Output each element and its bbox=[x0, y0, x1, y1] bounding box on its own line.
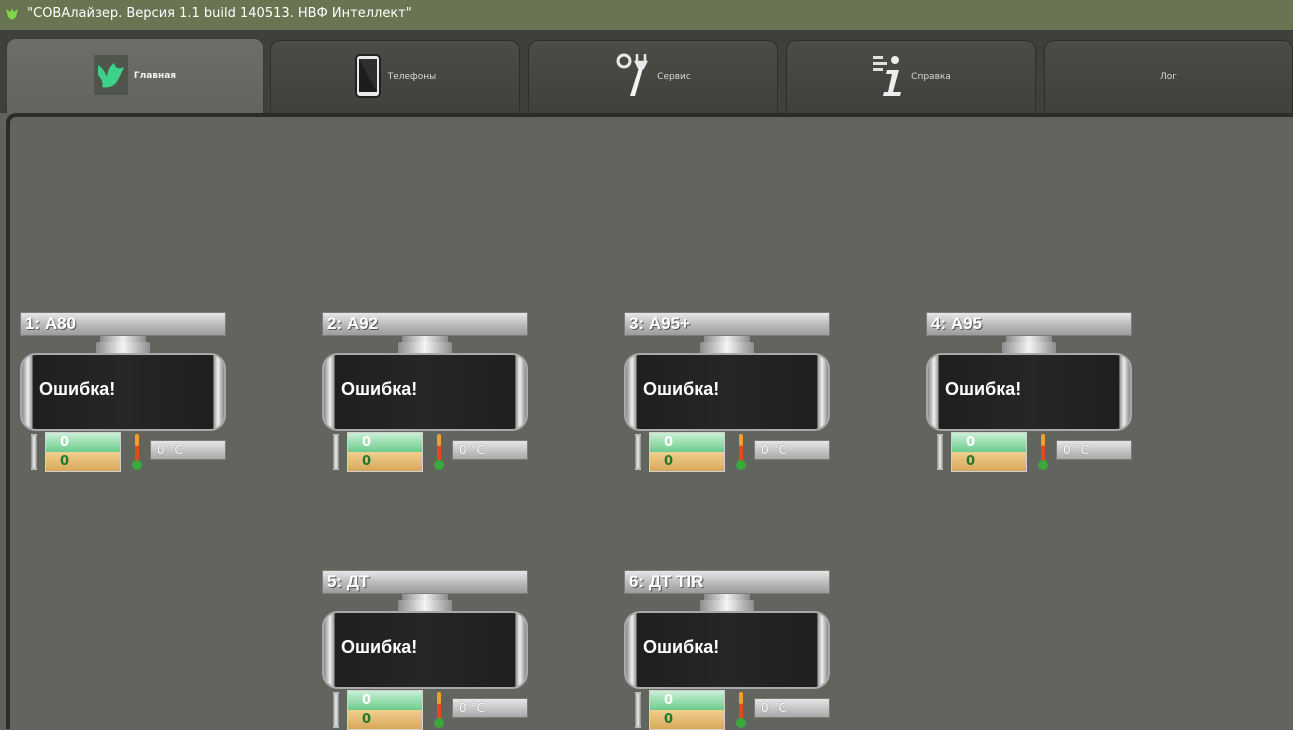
fuel-level: 0 bbox=[952, 452, 1026, 471]
fuel-tank[interactable]: 1: А80 Ошибка! 0 0 0 °C bbox=[20, 312, 230, 472]
fuel-tank[interactable]: 2: А92 Ошибка! 0 0 0 °C bbox=[322, 312, 532, 472]
fuel-level: 0 bbox=[650, 710, 724, 729]
tab-label: Телефоны bbox=[387, 72, 437, 82]
tank-body: Ошибка! bbox=[322, 611, 528, 689]
level-display: 0 0 bbox=[649, 690, 725, 730]
thermometer-icon bbox=[736, 434, 746, 470]
thermometer-icon bbox=[736, 692, 746, 728]
level-display: 0 0 bbox=[347, 690, 423, 730]
tank-name: 4: А95 bbox=[926, 312, 1132, 336]
level-gauge-icon bbox=[635, 692, 641, 728]
thermometer-icon bbox=[434, 692, 444, 728]
water-level: 0 bbox=[46, 433, 120, 452]
tank-name: 3: А95+ bbox=[624, 312, 830, 336]
temperature-display: 0 °C bbox=[452, 698, 528, 718]
temperature-display: 0 °C bbox=[754, 698, 830, 718]
window-title: "СОВАлайзер. Версия 1.1 build 140513. НВ… bbox=[27, 6, 412, 21]
tank-status: Ошибка! bbox=[643, 379, 720, 399]
fuel-tank[interactable]: 4: А95 Ошибка! 0 0 0 °C bbox=[926, 312, 1136, 472]
tab-main[interactable]: Главная bbox=[6, 38, 264, 113]
tank-status: Ошибка! bbox=[341, 379, 418, 399]
tab-label: Справка bbox=[911, 72, 951, 82]
fuel-level: 0 bbox=[348, 710, 422, 729]
tank-status: Ошибка! bbox=[39, 379, 116, 399]
level-gauge-icon bbox=[31, 434, 37, 470]
tab-help[interactable]: Справка bbox=[786, 40, 1036, 113]
level-display: 0 0 bbox=[347, 432, 423, 472]
tab-label: Главная bbox=[133, 71, 177, 81]
water-level: 0 bbox=[650, 691, 724, 710]
tab-strip: Главная Телефоны Сервис Справка Лог bbox=[0, 30, 1293, 113]
tank-body: Ошибка! bbox=[322, 353, 528, 431]
tab-service[interactable]: Сервис bbox=[528, 40, 778, 113]
title-bar: "СОВАлайзер. Версия 1.1 build 140513. НВ… bbox=[0, 0, 1293, 30]
fuel-tank[interactable]: 3: А95+ Ошибка! 0 0 0 °C bbox=[624, 312, 834, 472]
fuel-level: 0 bbox=[650, 452, 724, 471]
fuel-level: 0 bbox=[348, 452, 422, 471]
water-level: 0 bbox=[650, 433, 724, 452]
tank-body: Ошибка! bbox=[624, 611, 830, 689]
level-gauge-icon bbox=[635, 434, 641, 470]
water-level: 0 bbox=[952, 433, 1026, 452]
level-gauge-icon bbox=[333, 692, 339, 728]
tank-name: 6: ДТ TIR bbox=[624, 570, 830, 594]
temperature-display: 0 °C bbox=[754, 440, 830, 460]
fuel-level: 0 bbox=[46, 452, 120, 471]
temperature-display: 0 °C bbox=[452, 440, 528, 460]
tank-name: 2: А92 bbox=[322, 312, 528, 336]
tablet-icon bbox=[354, 53, 382, 101]
temperature-display: 0 °C bbox=[1056, 440, 1132, 460]
tools-icon bbox=[615, 52, 651, 103]
fuel-tank[interactable]: 6: ДТ TIR Ошибка! 0 0 0 °C bbox=[624, 570, 834, 730]
thermometer-icon bbox=[132, 434, 142, 470]
level-display: 0 0 bbox=[649, 432, 725, 472]
owl-icon bbox=[6, 9, 18, 20]
level-display: 0 0 bbox=[45, 432, 121, 472]
tank-body: Ошибка! bbox=[20, 353, 226, 431]
tab-log[interactable]: Лог bbox=[1044, 40, 1293, 113]
level-gauge-icon bbox=[937, 434, 943, 470]
temperature-display: 0 °C bbox=[150, 440, 226, 460]
tank-name: 5: ДТ bbox=[322, 570, 528, 594]
water-level: 0 bbox=[348, 691, 422, 710]
level-display: 0 0 bbox=[951, 432, 1027, 472]
owl-icon bbox=[93, 54, 128, 98]
thermometer-icon bbox=[434, 434, 444, 470]
water-level: 0 bbox=[348, 433, 422, 452]
tank-body: Ошибка! bbox=[624, 353, 830, 431]
tank-body: Ошибка! bbox=[926, 353, 1132, 431]
thermometer-icon bbox=[1038, 434, 1048, 470]
info-icon bbox=[871, 52, 905, 103]
level-gauge-icon bbox=[333, 434, 339, 470]
tank-status: Ошибка! bbox=[341, 637, 418, 657]
tab-label: Сервис bbox=[657, 72, 691, 82]
tank-status: Ошибка! bbox=[945, 379, 1022, 399]
tank-name: 1: А80 bbox=[20, 312, 226, 336]
tank-status: Ошибка! bbox=[643, 637, 720, 657]
fuel-tank[interactable]: 5: ДТ Ошибка! 0 0 0 °C bbox=[322, 570, 532, 730]
tab-phones[interactable]: Телефоны bbox=[270, 40, 520, 113]
tab-label: Лог bbox=[1159, 72, 1177, 82]
